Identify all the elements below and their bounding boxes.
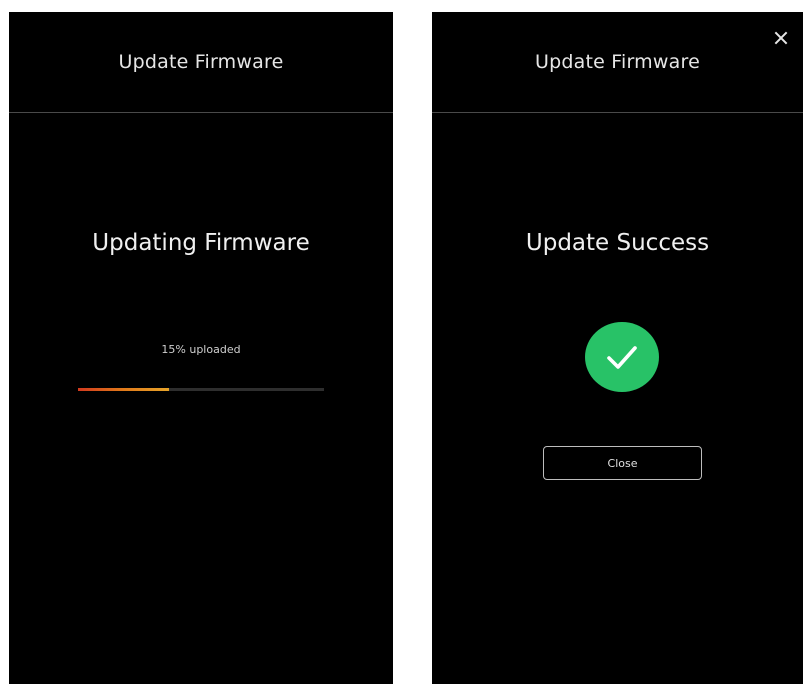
status-title: Update Success [525,230,710,256]
progress-text: 15% uploaded [161,343,241,356]
header: Update Firmware [432,12,803,113]
updating-screen: Update Firmware Updating Firmware 15% up… [9,12,393,684]
progress-bar [78,388,324,391]
checkmark-icon-glyph [607,346,637,369]
checkmark-icon [585,322,659,392]
header-title: Update Firmware [535,51,700,73]
status-title: Updating Firmware [92,230,310,256]
header-title: Update Firmware [118,51,284,73]
progress-fill [78,388,170,391]
close-button[interactable]: Close [543,446,702,480]
header: Update Firmware [9,12,393,113]
close-icon[interactable] [773,30,789,46]
success-screen: Update Firmware Update Success Close [432,12,803,684]
